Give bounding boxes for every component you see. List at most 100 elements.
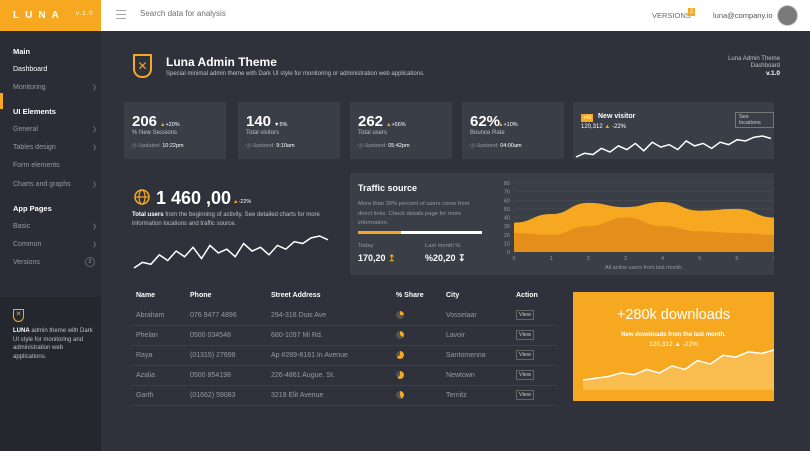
luna-logo-icon: ✕ (13, 309, 24, 322)
cell-address: 680-1097 Mi Rd. (271, 332, 323, 339)
view-button[interactable]: View (516, 310, 534, 320)
top-bar: LUNA v.1.0 VERSIONS 2 luna@company.io (0, 0, 810, 31)
cell-city: Lavoir (446, 332, 466, 339)
sidebar-footer-text: LUNA admin theme with Dark UI style for … (13, 327, 93, 361)
sidebar-item-label: Common (13, 241, 42, 248)
sidebar-item-tables[interactable]: Tables design ❯ (13, 144, 97, 151)
stat-change-text: +10% (503, 122, 518, 128)
cell-name: Raya (136, 352, 153, 359)
updated-prefix: Updated: (364, 143, 387, 149)
cell-city: Vosselaar (446, 312, 477, 319)
sidebar-footer: ✕ LUNA admin theme with Dark UI style fo… (0, 297, 101, 451)
sidebar-item-monitoring[interactable]: Monitoring ❯ (13, 84, 97, 91)
sidebar-item-charts[interactable]: Charts and graphs ❯ (13, 181, 97, 188)
arrow-up-icon: ↥ (388, 253, 396, 263)
stat-value: 262 (358, 113, 384, 130)
table-row[interactable]: Raya (01315) 27698 Ap #289-8161 In Avenu… (131, 346, 557, 366)
y-tick-label: 80 (504, 181, 510, 187)
chevron-right-icon: ❯ (91, 127, 97, 133)
cell-city: Newtown (446, 372, 475, 379)
sidebar-section-ui: UI Elements (13, 107, 56, 116)
clock-icon: ◷ (132, 143, 137, 149)
versions-link[interactable]: VERSIONS (652, 11, 691, 20)
stat-change-text: +20% (165, 122, 180, 128)
updated-prefix: Updated: (252, 143, 275, 149)
col-address: Street Address (271, 292, 321, 299)
breadcrumb-page: Dashboard (750, 63, 780, 69)
sidebar-item-label: Versions (13, 259, 40, 266)
stat-change: ▲+56% (386, 122, 406, 128)
view-button[interactable]: View (516, 370, 534, 380)
col-share: % Share (396, 292, 424, 299)
table-row[interactable]: Azalia 0500 854198 226-4861 Augue. St. N… (131, 366, 557, 386)
traffic-source-card: Traffic source More than 30% percent of … (350, 173, 774, 275)
cell-name: Phelan (136, 332, 158, 339)
sidebar-section-app: App Pages (13, 204, 52, 213)
clock-icon: ◷ (470, 143, 475, 149)
table-row[interactable]: Garth (01662) 59083 3219 Elit Avenue Ter… (131, 386, 557, 406)
luna-shield-icon: ✕ (133, 54, 152, 78)
cell-name: Azalia (136, 372, 156, 379)
updated-time: 04:00am (500, 143, 522, 149)
new-visitor-sparkline (575, 135, 772, 158)
view-button[interactable]: View (516, 390, 534, 400)
x-tick-label: 2 (587, 256, 590, 262)
x-tick-label: 6 (735, 256, 738, 262)
stat-label: % New Sessions (132, 130, 178, 136)
tu-change: -22% (238, 199, 252, 205)
brand-name: LUNA (13, 10, 65, 21)
sidebar-item-label: General (13, 126, 38, 133)
cell-city: Santomenna (446, 352, 486, 359)
stat-change-text: 5% (279, 122, 288, 128)
x-tick-label: 5 (698, 256, 701, 262)
traffic-progress-bar (358, 231, 482, 234)
stat-change: ▲+10% (498, 122, 518, 128)
last-month-number: %20,20 (425, 253, 456, 263)
table-row[interactable]: Phelan 0500 034548 680-1097 Mi Rd. Lavoi… (131, 326, 557, 346)
updated-prefix: Updated: (476, 143, 499, 149)
share-pie-icon (396, 391, 404, 399)
menu-icon[interactable] (116, 10, 126, 19)
sidebar-item-general[interactable]: General ❯ (13, 126, 97, 133)
avatar[interactable] (777, 5, 798, 26)
stat-value: 140 (246, 113, 272, 130)
chevron-right-icon: ❯ (91, 85, 97, 91)
chevron-right-icon: ❯ (91, 242, 97, 248)
x-tick-label: 1 (550, 256, 553, 262)
sidebar-item-label: Charts and graphs (13, 181, 71, 188)
downloads-card: +280k downloads New downloads from the l… (573, 292, 774, 401)
sidebar: Main Dashboard Monitoring ❯ UI Elements G… (0, 31, 101, 451)
cell-phone: 0500 854198 (190, 372, 231, 379)
stat-card: 206 ▲+20% % New Sessions ◷ Updated: 10:2… (124, 102, 226, 159)
sidebar-item-versions[interactable]: Versions 2 (13, 257, 97, 267)
sidebar-item-common[interactable]: Common ❯ (13, 241, 97, 248)
brand-block[interactable]: LUNA v.1.0 (0, 0, 101, 31)
sidebar-item-forms[interactable]: Form elements (13, 162, 97, 169)
breadcrumb-app: Luna Admin Theme (728, 56, 780, 62)
search-input[interactable] (140, 9, 340, 18)
view-button[interactable]: View (516, 350, 534, 360)
user-email[interactable]: luna@company.io (713, 11, 773, 20)
sidebar-section-main: Main (13, 47, 31, 56)
chart-caption: All active users from last month. (605, 265, 683, 271)
total-users-change: ▲-22% (233, 199, 252, 205)
traffic-progress-fill (358, 231, 402, 234)
stat-updated: ◷ Updated: 04:00am (470, 143, 522, 149)
y-tick-label: 20 (504, 233, 510, 239)
cell-phone: (01315) 27698 (190, 352, 236, 359)
table-row[interactable]: Abraham 076 9477 4896 294-318 Duis Ave V… (131, 306, 557, 326)
stat-change-text: +56% (391, 122, 406, 128)
cell-phone: (01662) 59083 (190, 392, 236, 399)
chevron-right-icon: ❯ (91, 182, 97, 188)
sidebar-item-basic[interactable]: Basic ❯ (13, 223, 97, 230)
share-pie-icon (396, 351, 404, 359)
y-tick-label: 60 (504, 198, 510, 204)
x-tick-label: 4 (661, 256, 664, 262)
cell-address: 294-318 Duis Ave (271, 312, 327, 319)
sidebar-item-dashboard[interactable]: Dashboard (13, 66, 97, 73)
sidebar-item-label: Dashboard (13, 66, 48, 73)
cell-address: 3219 Elit Avenue (271, 392, 324, 399)
sidebar-item-label: Form elements (13, 162, 60, 169)
view-button[interactable]: View (516, 330, 534, 340)
versions-badge: 2 (688, 8, 696, 16)
